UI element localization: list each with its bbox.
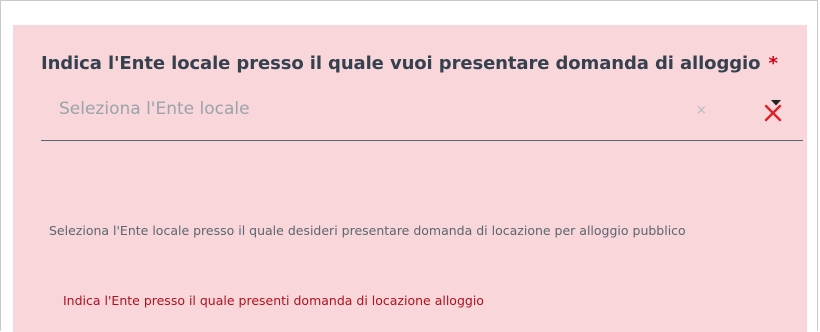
close-icon[interactable]: × — [696, 103, 707, 118]
field-helper-text: Seleziona l'Ente locale presso il quale … — [49, 223, 686, 238]
ente-locale-select[interactable]: Seleziona l'Ente locale × — [41, 89, 803, 141]
invalid-x-icon — [764, 100, 782, 122]
dropdown-arrow-icon — [771, 100, 781, 106]
field-error-message: Indica l'Ente presso il quale presenti d… — [63, 293, 484, 308]
field-label-text: Indica l'Ente locale presso il quale vuo… — [41, 53, 761, 74]
form-container: Indica l'Ente locale presso il quale vuo… — [0, 0, 818, 332]
field-label: Indica l'Ente locale presso il quale vuo… — [41, 53, 778, 74]
select-placeholder: Seleziona l'Ente locale — [59, 99, 250, 119]
required-asterisk: * — [768, 53, 778, 74]
